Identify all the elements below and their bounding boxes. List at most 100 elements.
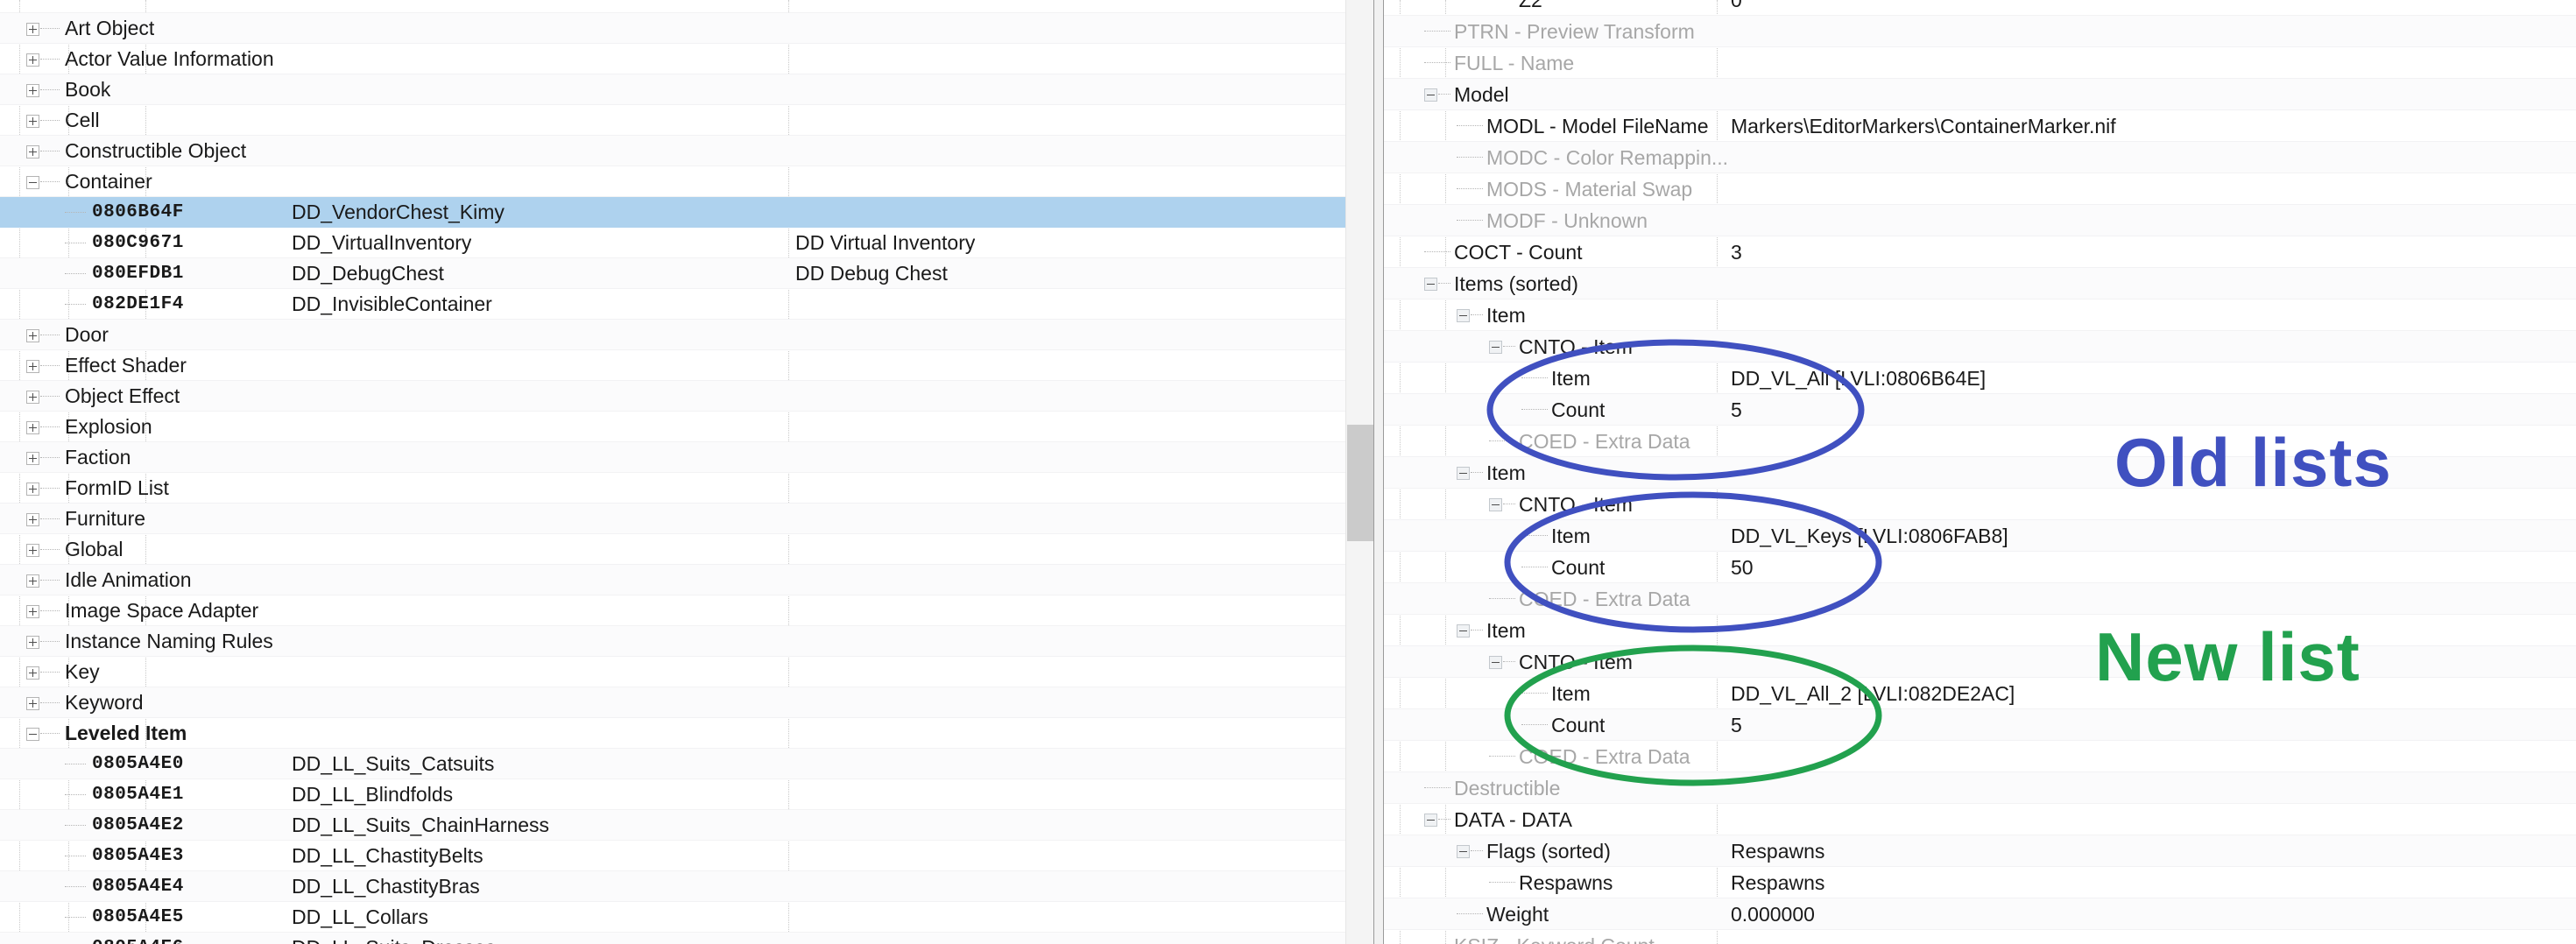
detail-row[interactable]: Flags (sorted) Respawns — [1384, 835, 2576, 867]
tree-row[interactable]: Door — [0, 320, 1345, 350]
collapse-minus-icon[interactable] — [1457, 309, 1470, 322]
right-detail-panel[interactable]: Z2 0 PTRN - Preview Transform FULL - Name Mo… — [1384, 0, 2576, 944]
tree-row-selected[interactable]: 0806B64F DD_VendorChest_Kimy — [0, 197, 1345, 228]
tree-row[interactable]: Leveled Item — [0, 718, 1345, 749]
collapse-minus-icon[interactable] — [1424, 278, 1437, 291]
tree-row[interactable]: Object Effect — [0, 381, 1345, 412]
tree-row[interactable]: Explosion — [0, 412, 1345, 442]
expand-plus-icon[interactable] — [26, 360, 39, 373]
detail-row[interactable]: CNTO - Item — [1384, 489, 2576, 520]
tree-row[interactable]: 080C9671 DD_VirtualInventory DD Virtual In… — [0, 228, 1345, 258]
tree-row[interactable]: 0805A4E1 DD_LL_Blindfolds — [0, 779, 1345, 810]
expand-plus-icon[interactable] — [26, 84, 39, 97]
detail-row[interactable]: Item — [1384, 299, 2576, 331]
tree-row[interactable]: FormID List — [0, 473, 1345, 504]
expand-plus-icon[interactable] — [26, 574, 39, 588]
left-panel-scrollbar[interactable] — [1345, 0, 1373, 944]
tree-row[interactable]: 0805A4E2 DD_LL_Suits_ChainHarness — [0, 810, 1345, 841]
collapse-minus-icon[interactable] — [1457, 845, 1470, 858]
expand-plus-icon[interactable] — [26, 544, 39, 557]
expand-plus-icon[interactable] — [26, 666, 39, 680]
scrollbar-thumb[interactable] — [1347, 425, 1373, 541]
collapse-minus-icon[interactable] — [26, 176, 39, 189]
expand-plus-icon[interactable] — [26, 145, 39, 159]
detail-row[interactable]: Weight 0.000000 — [1384, 898, 2576, 930]
expand-plus-icon[interactable] — [26, 636, 39, 649]
tree-row[interactable]: 0805A4E0 DD_LL_Suits_Catsuits — [0, 749, 1345, 779]
expand-plus-icon[interactable] — [26, 697, 39, 710]
detail-row[interactable]: Count 5 — [1384, 394, 2576, 426]
detail-row[interactable]: Model — [1384, 79, 2576, 110]
expand-plus-icon[interactable] — [26, 513, 39, 526]
panel-splitter[interactable] — [1373, 0, 1384, 944]
detail-row[interactable]: MODF - Unknown — [1384, 205, 2576, 236]
tree-row[interactable]: Instance Naming Rules — [0, 626, 1345, 657]
tree-row[interactable]: Global — [0, 534, 1345, 565]
expand-plus-icon[interactable] — [26, 391, 39, 404]
detail-row[interactable]: Item DD_VL_All [LVLI:0806B64E] — [1384, 363, 2576, 394]
tree-row[interactable]: Idle Animation — [0, 565, 1345, 595]
tree-row[interactable]: Cell — [0, 105, 1345, 136]
tree-row[interactable]: Book — [0, 74, 1345, 105]
collapse-minus-icon[interactable] — [1457, 467, 1470, 480]
tree-row[interactable]: 0805A4E4 DD_LL_ChastityBras — [0, 871, 1345, 902]
tree-row[interactable]: 0805A4E3 DD_LL_ChastityBelts — [0, 841, 1345, 871]
detail-row[interactable]: COED - Extra Data — [1384, 583, 2576, 615]
tree-row[interactable] — [0, 0, 1345, 13]
expand-plus-icon[interactable] — [26, 23, 39, 36]
detail-row[interactable]: MODS - Material Swap — [1384, 173, 2576, 205]
expand-plus-icon[interactable] — [26, 605, 39, 618]
detail-row[interactable]: Count 50 — [1384, 552, 2576, 583]
collapse-minus-icon[interactable] — [1424, 88, 1437, 102]
expand-plus-icon[interactable] — [26, 483, 39, 496]
tree-row[interactable]: 080EFDB1 DD_DebugChest DD Debug Chest — [0, 258, 1345, 289]
tree-row[interactable]: Actor Value Information — [0, 44, 1345, 74]
detail-row[interactable]: Item DD_VL_All_2 [LVLI:082DE2AC] — [1384, 678, 2576, 709]
tree-row[interactable]: 0805A4E5 DD_LL_Collars — [0, 902, 1345, 933]
detail-row[interactable]: MODC - Color Remappin... — [1384, 142, 2576, 173]
detail-row[interactable]: Item — [1384, 615, 2576, 646]
detail-row[interactable]: PTRN - Preview Transform — [1384, 16, 2576, 47]
detail-row[interactable]: Z2 0 — [1384, 0, 2576, 16]
tree-row[interactable]: 082DE1F4 DD_InvisibleContainer — [0, 289, 1345, 320]
collapse-minus-icon[interactable] — [26, 728, 39, 741]
expand-plus-icon[interactable] — [26, 115, 39, 128]
expand-plus-icon[interactable] — [26, 421, 39, 434]
tree-row[interactable]: Keyword — [0, 687, 1345, 718]
collapse-minus-icon[interactable] — [1489, 656, 1502, 669]
detail-row[interactable]: KSIZ - Keyword Count — [1384, 930, 2576, 944]
left-tree-panel[interactable]: Art Object Actor Value Information Book Cel… — [0, 0, 1345, 944]
tree-row[interactable]: Furniture — [0, 504, 1345, 534]
detail-row[interactable]: DATA - DATA — [1384, 804, 2576, 835]
tree-row[interactable]: Image Space Adapter — [0, 595, 1345, 626]
collapse-minus-icon[interactable] — [1489, 498, 1502, 511]
detail-row[interactable]: Item DD_VL_Keys [LVLI:0806FAB8] — [1384, 520, 2576, 552]
collapse-minus-icon[interactable] — [1489, 341, 1502, 354]
expand-plus-icon[interactable] — [26, 452, 39, 465]
detail-row[interactable]: COED - Extra Data — [1384, 426, 2576, 457]
tree-row[interactable]: Container — [0, 166, 1345, 197]
detail-row[interactable]: Count 5 — [1384, 709, 2576, 741]
detail-row[interactable]: Respawns Respawns — [1384, 867, 2576, 898]
detail-value: DD_VL_All [LVLI:0806B64E] — [1731, 367, 1987, 390]
detail-row[interactable]: FULL - Name — [1384, 47, 2576, 79]
detail-row[interactable]: Item — [1384, 457, 2576, 489]
detail-row[interactable]: CNTO - Item — [1384, 646, 2576, 678]
expand-plus-icon[interactable] — [26, 53, 39, 67]
collapse-minus-icon[interactable] — [1424, 814, 1437, 827]
detail-row[interactable]: Items (sorted) — [1384, 268, 2576, 299]
tree-row[interactable]: Effect Shader — [0, 350, 1345, 381]
detail-row[interactable]: Destructible — [1384, 772, 2576, 804]
tree-row[interactable]: 0805A4E6 DD_LL_Suits_Dresses — [0, 933, 1345, 944]
tree-row[interactable]: Constructible Object — [0, 136, 1345, 166]
tree-connector — [1503, 661, 1515, 662]
detail-row[interactable]: COED - Extra Data — [1384, 741, 2576, 772]
tree-row[interactable]: Key — [0, 657, 1345, 687]
collapse-minus-icon[interactable] — [1457, 624, 1470, 638]
detail-row[interactable]: MODL - Model FileName Markers\EditorMarke… — [1384, 110, 2576, 142]
tree-row[interactable]: Art Object — [0, 13, 1345, 44]
detail-row[interactable]: CNTO - Item — [1384, 331, 2576, 363]
detail-row[interactable]: COCT - Count 3 — [1384, 236, 2576, 268]
expand-plus-icon[interactable] — [26, 329, 39, 342]
tree-row[interactable]: Faction — [0, 442, 1345, 473]
